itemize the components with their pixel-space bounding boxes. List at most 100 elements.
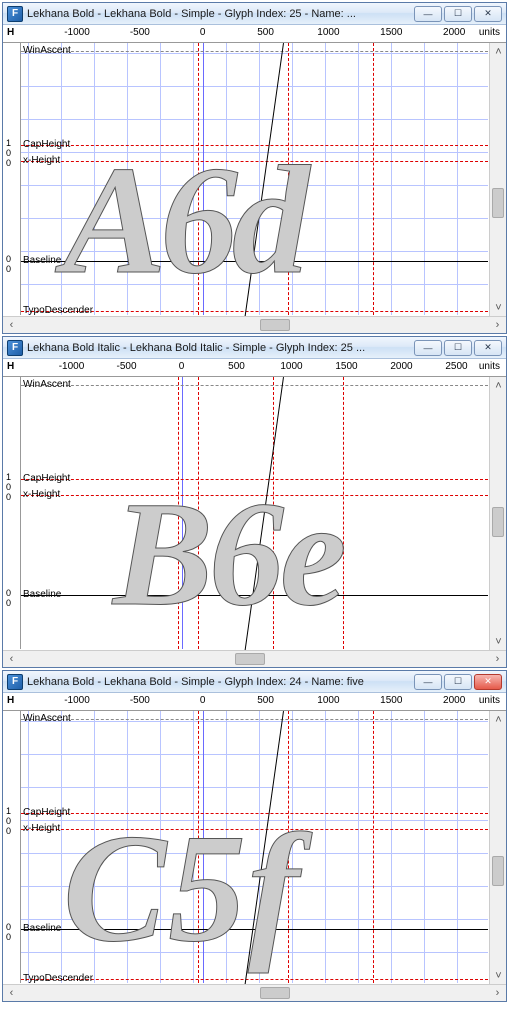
horizontal-scrollbar[interactable]: ‹› [3,650,506,667]
titlebar[interactable]: FLekhana Bold - Lekhana Bold - Simple - … [3,3,506,25]
grid-line [21,787,488,788]
metric-line [21,161,488,162]
guide-vertical [343,377,344,649]
maximize-button[interactable]: ☐ [444,340,472,356]
editor-window: FLekhana Bold - Lekhana Bold - Simple - … [2,2,507,334]
ruler-tick: 500 [228,361,245,372]
ruler-tick: -500 [130,695,150,706]
scroll-track[interactable] [20,651,489,667]
vertical-scrollbar[interactable]: ˄˅ [489,377,506,650]
grid-line [259,43,260,315]
ruler-tick: 2500 [445,361,467,372]
scroll-thumb[interactable] [235,653,265,665]
minimize-button[interactable]: — [414,674,442,690]
grid-line [226,711,227,983]
horizontal-scrollbar[interactable]: ‹› [3,316,506,333]
horizontal-ruler: H-1000-5000500100015002000units [3,25,506,43]
vertical-ruler: 10000 [3,711,21,983]
scroll-right-icon[interactable]: › [489,651,506,668]
grid-line [21,152,488,153]
ruler-tick: 0 [200,27,206,38]
horizontal-scrollbar[interactable]: ‹› [3,984,506,1001]
window-title: Lekhana Bold Italic - Lekhana Bold Itali… [27,342,410,354]
window-title: Lekhana Bold - Lekhana Bold - Simple - G… [27,676,410,688]
horizontal-ruler: H-1000-50005001000150020002500units [3,359,506,377]
window-title: Lekhana Bold - Lekhana Bold - Simple - G… [27,8,410,20]
scroll-up-icon[interactable]: ˄ [490,43,506,60]
scroll-left-icon[interactable]: ‹ [3,651,20,668]
app-icon: F [7,674,23,690]
metric-label: TypoDescender [23,973,93,984]
metric-line [21,829,488,830]
maximize-button[interactable]: ☐ [444,6,472,22]
scroll-left-icon[interactable]: ‹ [3,985,20,1002]
scroll-right-icon[interactable]: › [489,317,506,334]
scroll-down-icon[interactable]: ˅ [490,967,506,984]
grid-line [226,43,227,315]
close-button[interactable]: ✕ [474,674,502,690]
scroll-up-icon[interactable]: ˄ [490,711,506,728]
grid-line [21,218,488,219]
vertical-scrollbar[interactable]: ˄˅ [489,43,506,316]
scroll-track[interactable] [20,317,489,333]
glyph-canvas[interactable]: 10000WinAscentCapHeightx-HeightBaselineT… [3,43,506,333]
scroll-left-icon[interactable]: ‹ [3,317,20,334]
ruler-tick: 2000 [390,361,412,372]
close-button[interactable]: ✕ [474,340,502,356]
grid-line [127,711,128,983]
titlebar[interactable]: F Lekhana Bold - Lekhana Bold - Simple - … [3,671,506,693]
scroll-thumb[interactable] [260,987,290,999]
metric-line [21,261,488,262]
grid-line [193,711,194,983]
scroll-right-icon[interactable]: › [489,985,506,1002]
y-axis [203,43,204,315]
metric-label: WinAscent [23,45,71,56]
minimize-button[interactable]: — [414,6,442,22]
vruler-tick: 0 [6,932,11,942]
maximize-button[interactable]: ☐ [444,674,472,690]
grid-line [21,119,488,120]
vruler-tick: 0 [6,598,11,608]
grid-line [292,43,293,315]
ruler-tick: -1000 [64,27,90,38]
metric-label: x-Height [23,155,60,166]
vertical-scrollbar[interactable]: ˄˅ [489,711,506,984]
scroll-up-icon[interactable]: ˄ [490,377,506,394]
ruler-tick: -500 [130,27,150,38]
guide-vertical [288,43,289,315]
vruler-tick: 0 [6,148,11,158]
minimize-button[interactable]: — [414,340,442,356]
ruler-tick: 1500 [380,695,402,706]
grid-line [21,886,488,887]
grid-line [160,43,161,315]
ruler-tick: 500 [257,695,274,706]
guide-vertical [198,711,199,983]
scroll-thumb[interactable] [492,856,504,886]
grid-line [21,754,488,755]
vruler-tick: 0 [6,158,11,168]
scroll-thumb[interactable] [260,319,290,331]
guide-vertical [273,377,274,649]
scroll-down-icon[interactable]: ˅ [490,299,506,316]
ruler-tick: 0 [179,361,185,372]
metric-label: WinAscent [23,713,71,724]
ruler-label: H [7,361,14,372]
scroll-down-icon[interactable]: ˅ [490,633,506,650]
app-icon: F [7,340,23,356]
close-button[interactable]: ✕ [474,6,502,22]
scroll-thumb[interactable] [492,507,504,537]
vruler-tick: 0 [6,826,11,836]
horizontal-ruler: H-1000-5000500100015002000units [3,693,506,711]
titlebar[interactable]: F Lekhana Bold Italic - Lekhana Bold Ital… [3,337,506,359]
metric-label: CapHeight [23,807,70,818]
vruler-tick: 0 [6,482,11,492]
glyph-canvas[interactable]: 10000WinAscentCapHeightx-HeightBaselineT… [3,711,506,1001]
ruler-tick: 1000 [317,27,339,38]
ruler-tick: -1000 [59,361,85,372]
metric-label: Baseline [23,255,61,266]
scroll-thumb[interactable] [492,188,504,218]
ruler-units: units [479,695,500,706]
glyph-canvas[interactable]: 10000WinAscentCapHeightx-HeightBaselineW… [3,377,506,667]
ruler-label: H [7,27,14,38]
scroll-track[interactable] [20,985,489,1001]
